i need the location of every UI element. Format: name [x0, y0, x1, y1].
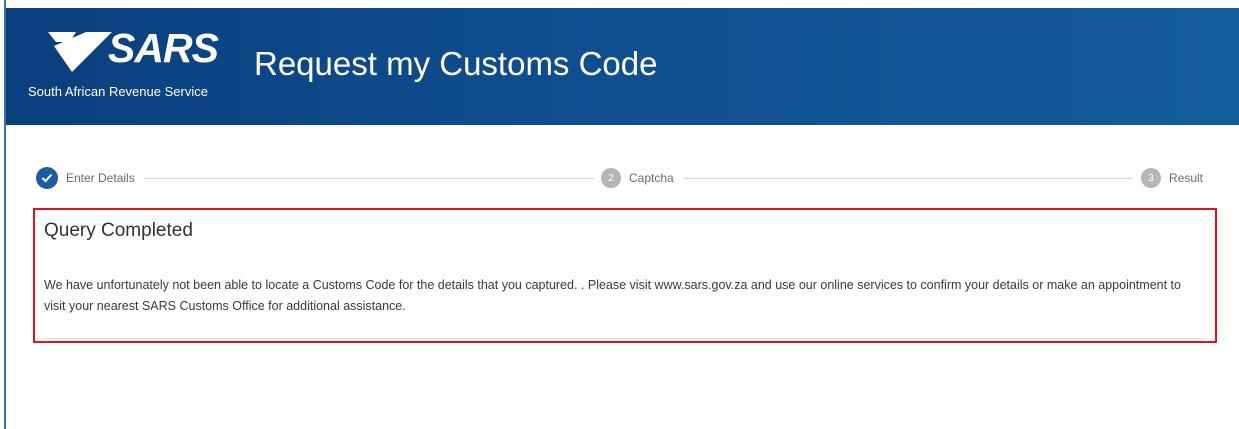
step-label: Result [1169, 171, 1204, 185]
step-number-badge: 2 [601, 168, 621, 188]
step-number-badge: 3 [1141, 168, 1161, 188]
step-label: Enter Details [66, 171, 135, 185]
org-name: South African Revenue Service [28, 84, 208, 99]
step-result: 3 Result [1141, 166, 1203, 190]
sars-logo: SARS [46, 25, 236, 80]
step-connector [144, 178, 594, 179]
step-label: Captcha [629, 171, 674, 185]
logo-wordmark: SARS [108, 25, 219, 71]
checkmark-icon [36, 167, 58, 189]
step-enter-details: Enter Details [36, 166, 135, 190]
result-message-panel: Query Completed We have unfortunately no… [33, 208, 1217, 343]
progress-stepper: Enter Details 2 Captcha 3 Result [36, 166, 1208, 190]
message-title: Query Completed [44, 220, 193, 241]
step-connector [684, 178, 1132, 179]
page-title: Request my Customs Code [254, 45, 658, 82]
divider [44, 338, 1206, 339]
sars-chevron-logo-icon [48, 32, 112, 72]
page-header: SARS South African Revenue Service Reque… [6, 8, 1239, 125]
message-body: We have unfortunately not been able to l… [44, 278, 1181, 313]
step-captcha: 2 Captcha [601, 166, 674, 190]
